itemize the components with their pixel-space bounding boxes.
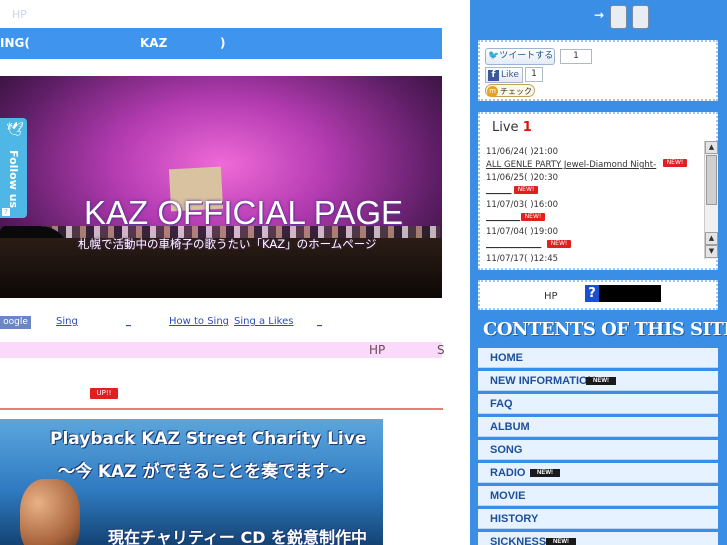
menu-item-label: SONG — [490, 444, 523, 456]
live-event-link[interactable]: ALL GENLE PARTY Jewel-Diamond Night- — [486, 160, 656, 170]
menu-item-new-information[interactable]: NEW INFORMATION NEW! — [478, 371, 718, 391]
live-date: 11/07/04( )19:00 — [486, 227, 559, 237]
live-date: 11/07/03( )16:00 — [486, 200, 559, 210]
scroll-up-arrow-icon[interactable]: ▲ — [705, 232, 718, 245]
menu-item-sickness[interactable]: SICKNESS NEW! — [478, 532, 718, 545]
live-event-link[interactable]: ________ — [486, 212, 520, 222]
menu-item-label: SICKNESS — [490, 536, 547, 545]
menu-item-album[interactable]: ALBUM — [478, 417, 718, 437]
live-scrollbar[interactable]: ▲ ▲ ▼ — [704, 141, 718, 259]
nav-link-how-to-sing[interactable]: How to Sing — [169, 316, 229, 327]
up-badge: UP!! — [90, 388, 118, 399]
like-count: 1 — [525, 67, 543, 82]
menu-item-label: ALBUM — [490, 421, 530, 433]
toggle-button-2[interactable] — [632, 5, 649, 29]
tweet-button[interactable]: 🐦ツイートする — [485, 48, 555, 65]
menu-item-label: RADIO — [490, 467, 526, 479]
mixi-icon: m — [487, 86, 498, 97]
mixi-check-button[interactable]: m チェック — [485, 84, 535, 97]
charity-banner-line-2: 〜今 KAZ ができることを奏でます〜 — [58, 462, 347, 482]
new-badge: NEW! — [586, 377, 616, 385]
social-box: 🐦ツイートする 1 f Like 1 m チェック — [478, 40, 718, 101]
follow-us-tab[interactable]: 🕊 Follow us ? — [0, 118, 27, 218]
live-date: 11/06/24( )21:00 — [486, 147, 559, 157]
menu-item-label: FAQ — [490, 398, 513, 410]
scroll-down-arrow-icon[interactable]: ▼ — [705, 245, 718, 258]
menu-item-faq[interactable]: FAQ — [478, 394, 718, 414]
live-title: Live 1 — [492, 120, 532, 135]
live-date: 11/06/25( )20:30 — [486, 173, 559, 183]
live-date: 11/07/17( )12:45 — [486, 254, 559, 264]
new-badge: NEW! — [514, 186, 538, 194]
arrow-icon: → — [594, 8, 605, 22]
like-label: Like — [501, 70, 519, 80]
title-part-3: ) — [220, 36, 226, 50]
banner-performer — [20, 479, 80, 545]
hp-logo-icon[interactable]: ? — [585, 285, 599, 302]
hp-label: HP — [12, 8, 27, 21]
pink-info-bar: HP S — [0, 342, 445, 358]
nav-link-blank-1[interactable]: _ — [126, 316, 131, 327]
new-badge: NEW! — [663, 159, 687, 167]
scroll-up-arrow-icon[interactable]: ▲ — [705, 141, 718, 154]
bird-icon: 🕊 — [6, 122, 24, 138]
hp-box-label: HP — [544, 291, 558, 302]
new-badge: NEW! — [521, 213, 545, 221]
hp-logo-banner[interactable] — [599, 285, 661, 302]
live-title-text: Live — [492, 120, 519, 135]
menu-item-home[interactable]: HOME — [478, 348, 718, 368]
google-badge[interactable]: oogle — [0, 316, 31, 329]
nav-link-sing[interactable]: Sing — [56, 316, 78, 327]
contents-title: CONTENTS OF THIS SITE — [483, 319, 727, 340]
tweet-count: 1 — [560, 49, 592, 64]
mixi-label: チェック — [500, 87, 532, 96]
banner-title: KAZ OFFICIAL PAGE — [84, 194, 404, 231]
divider — [0, 408, 443, 410]
title-part-2: KAZ — [140, 36, 168, 50]
menu-item-label: HOME — [490, 352, 523, 364]
menu-item-radio[interactable]: RADIO NEW! — [478, 463, 718, 483]
hp-box: HP ? — [478, 280, 718, 310]
charity-live-banner[interactable]: Playback KAZ Street Charity Live 〜今 KAZ … — [0, 419, 383, 545]
new-badge: NEW! — [530, 469, 560, 477]
live-schedule-box: Live 1 11/06/24( )21:00 ALL GENLE PARTY … — [478, 112, 718, 270]
facebook-like-button[interactable]: f Like — [485, 67, 523, 83]
live-count: 1 — [522, 120, 532, 135]
nav-link-sing-a-likes[interactable]: Sing a Likes — [234, 316, 293, 327]
menu-item-song[interactable]: SONG — [478, 440, 718, 460]
toggle-button-1[interactable] — [610, 5, 627, 29]
pink-bar-hp: HP — [369, 343, 386, 357]
charity-banner-line-1: Playback KAZ Street Charity Live — [50, 429, 367, 449]
nav-link-blank-2[interactable]: _ — [317, 316, 322, 327]
title-part-1: ING( — [0, 36, 30, 50]
new-badge: NEW! — [546, 538, 576, 545]
main-column: HP ING( KAZ ) KAZ OFFICIAL PAGE 札幌で活動中の車… — [0, 0, 470, 545]
tweet-label: ツイートする — [499, 51, 554, 61]
page-title-bar: ING( KAZ ) — [0, 28, 442, 59]
follow-help-icon: ? — [2, 208, 10, 216]
live-event-link[interactable]: _____________ — [486, 239, 541, 249]
banner-subtitle: 札幌で活動中の車椅子の歌うたい「KAZ」のホームページ — [78, 237, 377, 251]
pink-bar-s: S — [437, 343, 445, 357]
follow-us-label: Follow us — [7, 150, 20, 209]
sidebar: → 🐦ツイートする 1 f Like 1 m チェック Live 1 11/06/2… — [470, 0, 727, 545]
new-badge: NEW! — [547, 240, 571, 248]
charity-banner-line-3: 現在チャリティー CD を鋭意制作中 — [108, 528, 368, 545]
menu-item-label: NEW INFORMATION — [490, 375, 596, 387]
live-event-link[interactable]: ______ — [486, 185, 512, 195]
menu-item-label: MOVIE — [490, 490, 526, 502]
hero-banner: KAZ OFFICIAL PAGE 札幌で活動中の車椅子の歌うたい「KAZ」のホ… — [0, 76, 442, 298]
menu-item-movie[interactable]: MOVIE — [478, 486, 718, 506]
facebook-icon: f — [488, 70, 499, 81]
menu-item-history[interactable]: HISTORY — [478, 509, 718, 529]
scroll-thumb[interactable] — [706, 155, 717, 205]
menu-item-label: HISTORY — [490, 513, 539, 525]
